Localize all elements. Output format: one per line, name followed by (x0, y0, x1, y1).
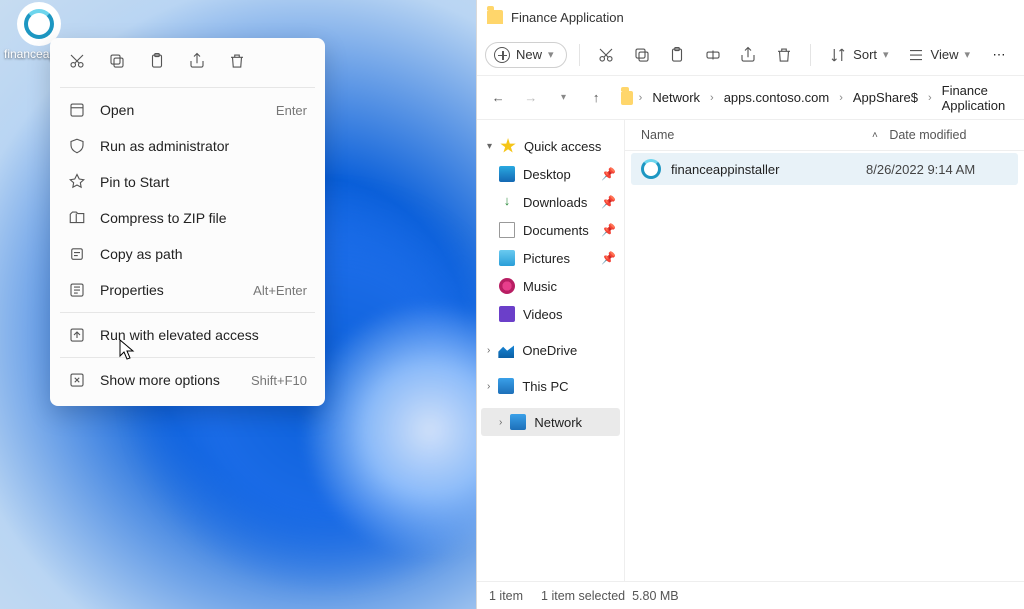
crumb-share[interactable]: AppShare$ (849, 88, 922, 107)
copy-button[interactable] (627, 40, 656, 70)
chevron-right-icon: › (487, 345, 490, 356)
file-row[interactable]: financeappinstaller 8/26/2022 9:14 AM (631, 153, 1018, 185)
sidebar-quick-access[interactable]: ▾ Quick access (477, 132, 624, 160)
ctx-show-more[interactable]: Show more options Shift+F10 (54, 362, 321, 398)
videos-icon (499, 306, 515, 322)
sidebar-network[interactable]: ›Network (481, 408, 620, 436)
paste-button[interactable] (662, 40, 691, 70)
chevron-right-icon: › (639, 92, 643, 104)
sidebar-pictures[interactable]: Pictures📌 (477, 244, 624, 272)
more-icon (68, 371, 86, 389)
paste-icon[interactable] (148, 52, 166, 73)
properties-icon (68, 281, 86, 299)
ctx-copy-path[interactable]: Copy as path (54, 236, 321, 272)
sidebar: ▾ Quick access Desktop📌 ↓Downloads📌 Docu… (477, 120, 625, 581)
pin-icon: 📌 (601, 167, 616, 181)
document-icon (499, 222, 515, 238)
sidebar-documents[interactable]: Documents📌 (477, 216, 624, 244)
share-button[interactable] (733, 40, 762, 70)
folder-icon (621, 91, 632, 105)
titlebar[interactable]: Finance Application (477, 0, 1024, 34)
ctx-open[interactable]: Open Enter (54, 92, 321, 128)
sidebar-onedrive[interactable]: ›OneDrive (477, 336, 624, 364)
open-icon (68, 101, 86, 119)
desktop-icon (499, 166, 515, 182)
chevron-down-icon: ▾ (548, 48, 554, 61)
pin-icon: 📌 (601, 223, 616, 237)
sort-icon (829, 46, 847, 64)
forward-button[interactable]: → (518, 83, 545, 113)
chevron-down-icon: ▾ (487, 141, 492, 152)
nav-row: ← → ▾ ↑ › Network › apps.contoso.com › A… (477, 76, 1024, 120)
cut-icon[interactable] (68, 52, 86, 73)
sidebar-music[interactable]: Music (477, 272, 624, 300)
status-count: 1 item (489, 589, 523, 603)
chevron-right-icon: › (487, 381, 490, 392)
delete-button[interactable] (769, 40, 798, 70)
overflow-button[interactable]: ⋯ (982, 40, 1016, 70)
app-ring-icon (641, 159, 661, 179)
ctx-run-elevated[interactable]: Run with elevated access (54, 317, 321, 353)
ctx-properties[interactable]: Properties Alt+Enter (54, 272, 321, 308)
file-name: financeappinstaller (671, 162, 866, 177)
pc-icon (498, 378, 514, 394)
up-button[interactable]: ↑ (583, 83, 610, 113)
back-button[interactable]: ← (485, 83, 512, 113)
crumb-host[interactable]: apps.contoso.com (720, 88, 834, 107)
music-icon (499, 278, 515, 294)
download-icon: ↓ (499, 194, 515, 210)
pin-icon: 📌 (601, 251, 616, 265)
recent-button[interactable]: ▾ (550, 83, 577, 113)
ctx-run-admin[interactable]: Run as administrator (54, 128, 321, 164)
new-button[interactable]: New ▾ (485, 42, 567, 68)
mouse-cursor-icon (118, 338, 138, 367)
rename-button[interactable] (698, 40, 727, 70)
sidebar-thispc[interactable]: ›This PC (477, 372, 624, 400)
onedrive-icon (498, 342, 514, 358)
pictures-icon (499, 250, 515, 266)
file-date: 8/26/2022 9:14 AM (866, 162, 1006, 177)
view-button[interactable]: View▾ (901, 42, 976, 68)
ctx-compress-zip[interactable]: Compress to ZIP file (54, 200, 321, 236)
pin-icon: 📌 (601, 195, 616, 209)
sidebar-desktop[interactable]: Desktop📌 (477, 160, 624, 188)
sidebar-downloads[interactable]: ↓Downloads📌 (477, 188, 624, 216)
pin-icon (68, 173, 86, 191)
share-icon[interactable] (188, 52, 206, 73)
explorer-window: Finance Application New ▾ Sort▾ View▾ ⋯ (476, 0, 1024, 609)
col-date[interactable]: ˄ Date modified (872, 128, 1012, 142)
column-headers[interactable]: Name ˄ Date modified (625, 120, 1024, 151)
sort-button[interactable]: Sort▾ (823, 42, 894, 68)
context-menu: Open Enter Run as administrator Pin to S… (50, 38, 325, 406)
toolbar: New ▾ Sort▾ View▾ ⋯ (477, 34, 1024, 76)
folder-icon (487, 10, 503, 24)
breadcrumb[interactable]: › Network › apps.contoso.com › AppShare$… (615, 81, 1016, 115)
cut-button[interactable] (591, 40, 620, 70)
shield-icon (68, 137, 86, 155)
status-bar: 1 item 1 item selected 5.80 MB (477, 581, 1024, 609)
elevated-icon (68, 326, 86, 344)
crumb-folder[interactable]: Finance Application (938, 81, 1016, 115)
network-icon (510, 414, 526, 430)
delete-icon[interactable] (228, 52, 246, 73)
plus-icon (494, 47, 510, 63)
zip-icon (68, 209, 86, 227)
view-icon (907, 46, 925, 64)
status-selected: 1 item selected 5.80 MB (541, 589, 679, 603)
crumb-network[interactable]: Network (648, 88, 704, 107)
file-pane: Name ˄ Date modified financeappinstaller… (625, 120, 1024, 581)
chevron-right-icon: › (499, 417, 502, 428)
copy-icon[interactable] (108, 52, 126, 73)
ctx-pin-start[interactable]: Pin to Start (54, 164, 321, 200)
window-title: Finance Application (511, 10, 624, 25)
col-name[interactable]: Name (641, 128, 872, 142)
copy-path-icon (68, 245, 86, 263)
sidebar-videos[interactable]: Videos (477, 300, 624, 328)
star-icon (500, 138, 516, 154)
